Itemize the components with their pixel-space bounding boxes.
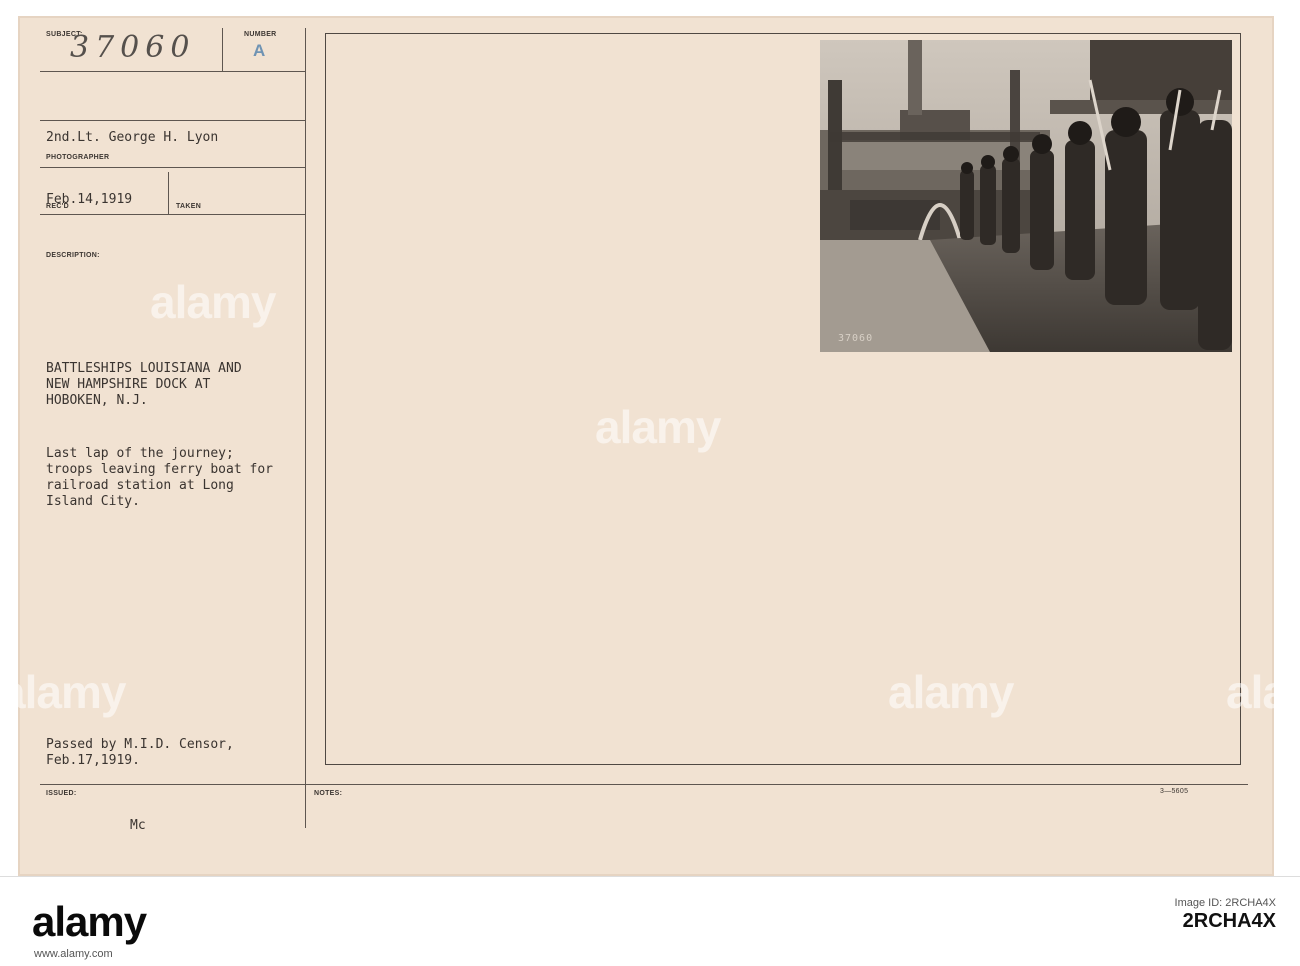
subject-number: 37060 [70, 30, 196, 65]
issued-initials: Mc [130, 818, 146, 833]
footer-url[interactable]: www.alamy.com [34, 948, 113, 960]
troops-ferry-photo [820, 40, 1232, 352]
watermark: alamy [595, 401, 721, 453]
rule-date [40, 214, 305, 215]
label-taken: TAKEN [176, 203, 202, 210]
censor-note: Passed by M.I.D. Censor, Feb.17,1919. [46, 737, 234, 768]
description-body: Last lap of the journey; troops leaving … [46, 446, 273, 509]
footer-logo[interactable]: alamy [32, 898, 147, 946]
footer-image-id-value: 2RCHA4X [1182, 910, 1276, 932]
number-letter-stamp: A [253, 41, 266, 60]
rule-date-divider [168, 172, 169, 214]
rule-subject-divider [222, 28, 223, 71]
photographer-name: 2nd.Lt. George H. Lyon [46, 130, 219, 145]
watermark: alamy [888, 666, 1014, 718]
rule-issued [40, 784, 1248, 785]
date-received: Feb.14,1919 [46, 192, 133, 207]
stock-footer: alamy Image ID: 2RCHA4X 2RCHA4X www.alam… [0, 876, 1300, 966]
rule-photographer-bottom [40, 167, 305, 168]
photo-negative-number: 37060 [838, 333, 874, 344]
label-notes: NOTES: [314, 790, 343, 797]
rule-photographer [40, 120, 305, 121]
label-number: NUMBER [244, 31, 277, 38]
footer-image-id: Image ID: 2RCHA4X 2RCHA4X [1175, 894, 1276, 932]
rule-column-divider [305, 28, 306, 828]
form-code: 3—5605 [1160, 788, 1189, 795]
watermark: alamy [150, 276, 276, 328]
label-issued: ISSUED: [46, 790, 77, 797]
photograph: 37060 [820, 40, 1232, 352]
footer-divider [0, 876, 1300, 877]
label-photographer: PHOTOGRAPHER [46, 154, 110, 161]
description-title: BATTLESHIPS LOUISIANA AND NEW HAMPSHIRE … [46, 361, 242, 408]
watermark: alamy [0, 666, 126, 718]
watermark: alamy [1226, 666, 1300, 718]
label-description: DESCRIPTION: [46, 252, 100, 259]
rule-subject [40, 71, 305, 72]
